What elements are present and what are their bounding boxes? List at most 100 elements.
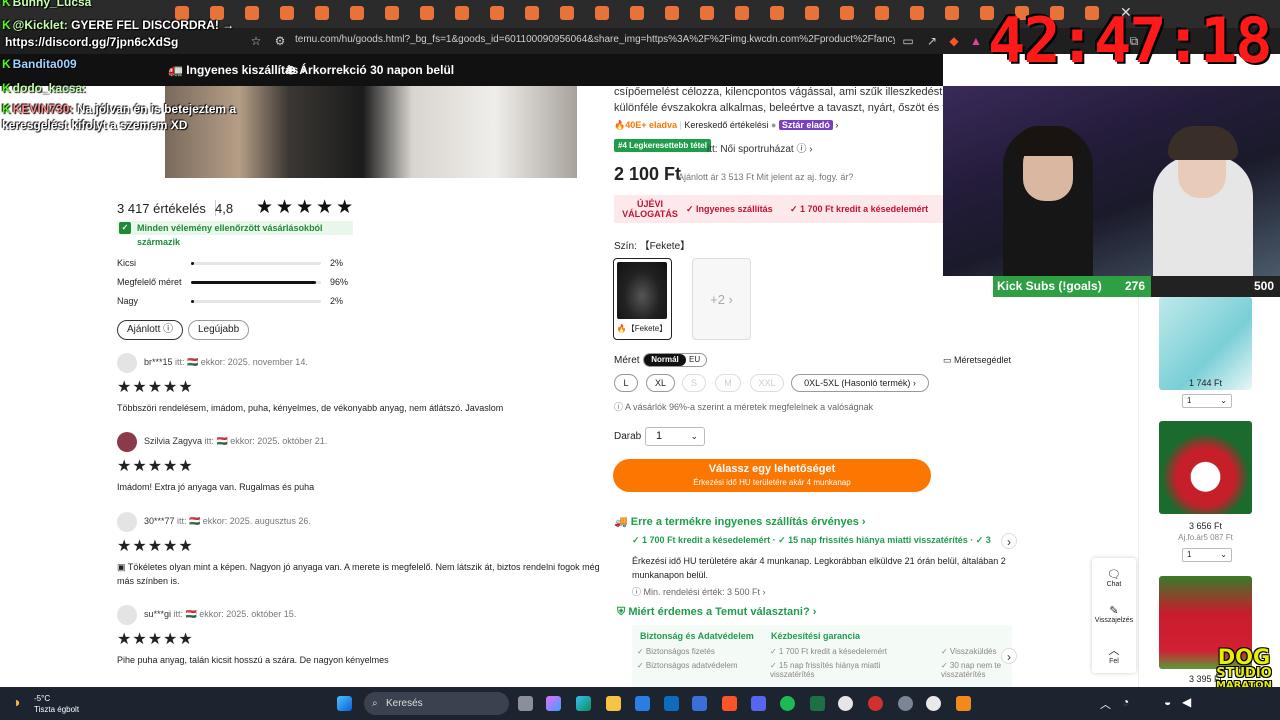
app-icon[interactable] [868,696,883,711]
quantity-select[interactable]: 1 ⌄ [645,427,705,446]
site-info-icon[interactable]: ⚙ [272,33,288,49]
browser-tab[interactable] [630,6,644,20]
browser-tab[interactable] [700,6,714,20]
browser-tab[interactable] [525,6,539,20]
more-colors-swatch[interactable]: +2 › [692,258,751,340]
file-explorer-icon[interactable] [606,696,621,711]
word-icon[interactable] [692,696,707,711]
size-option[interactable]: XL [646,374,675,392]
reviewer-name[interactable]: su***gi [144,609,171,619]
star-seller-badge[interactable]: Sztár eladó [778,120,833,130]
why-temu-heading[interactable]: ⛨ Miért érdemes a Temut választani? › [617,606,816,619]
browser-tab[interactable] [350,6,364,20]
size-guide-link[interactable]: ▭ Méretsegédlet [943,355,1011,366]
tray-chevron-up-icon[interactable]: ︿ [1100,696,1111,712]
settings-icon[interactable] [898,696,913,711]
reference-price[interactable]: Ajánlott ár 3 513 Ft Mit jelent az aj. f… [678,172,853,182]
browser-tab[interactable] [490,6,504,20]
recommended-product-image[interactable] [1159,421,1252,514]
chevron-right-icon[interactable]: › [1001,533,1017,549]
network-icon[interactable]: ◔ [1122,695,1129,709]
size-option[interactable]: L [614,374,638,392]
chevron-right-icon[interactable]: › [1001,648,1017,664]
brave-rewards-icon[interactable]: ▲ [968,33,984,49]
size-system-normal[interactable]: Normál [644,354,686,366]
browser-tab[interactable] [770,6,784,20]
start-icon[interactable] [337,696,352,711]
wifi-icon[interactable]: ◒ [1164,695,1171,709]
size-option[interactable]: XXL [750,374,784,392]
media-player-icon[interactable] [926,696,941,711]
spotify-icon[interactable] [780,696,795,711]
browser-tab[interactable] [280,6,294,20]
browser-tab[interactable] [665,6,679,20]
weather-temp: -5°C [34,694,51,703]
size-option[interactable]: M [715,374,741,392]
browser-tab[interactable] [805,6,819,20]
weather-widget[interactable]: -5°C Tiszta égbolt [34,693,79,715]
browser-tab[interactable] [455,6,469,20]
reviewer-name[interactable]: 30***77 [144,516,175,526]
screenshot-icon[interactable]: ▭ [900,33,916,49]
free-shipping-heading[interactable]: 🚚 Erre a termékre ingyenes szállítás érv… [614,515,866,528]
guarantee-panel: Biztonság és Adatvédelem ✓ Biztonságos f… [632,625,1012,687]
browser-tab[interactable] [875,6,889,20]
chat-icon: 🗨 [1107,569,1121,581]
back-to-top-button[interactable]: ︿ Fel [1092,642,1136,665]
size-option[interactable]: S [682,374,706,392]
kick-icon: K [2,102,11,116]
obs-icon[interactable] [838,696,853,711]
quantity-label: Darab [614,431,642,442]
browser-tab[interactable] [420,6,434,20]
brave-icon[interactable] [722,696,737,711]
size-system-eu[interactable]: EU [689,354,700,366]
excel-icon[interactable] [810,696,825,711]
recommended-qty-select[interactable]: 1 ⌄ [1182,394,1232,408]
reviewer-name[interactable]: Szilvia Zagyva [144,436,202,446]
hair [1168,126,1238,160]
edge-icon[interactable] [576,696,591,711]
chat-message: Kdodo_kacsa: [2,81,87,95]
browser-tab[interactable] [560,6,574,20]
price-correction-promo[interactable]: ⊕ Árkorrekció 30 napon belül [286,63,454,77]
browser-tab[interactable] [735,6,749,20]
seller-rating[interactable]: Kereskedő értékelési [684,120,768,130]
size-system-toggle[interactable]: Normál EU [643,353,707,367]
chat-button[interactable]: 🗨 Chat [1092,568,1136,588]
browser-tab[interactable] [315,6,329,20]
recommended-old-price: Aj.fo.ár5 087 Ft [1178,533,1233,542]
brave-shield-icon[interactable]: ◆ [946,33,962,49]
recommended-qty-select[interactable]: 1 ⌄ [1182,548,1232,562]
min-order-value[interactable]: ⓘ Min. rendelési érték: 3 500 Ft › [632,585,766,598]
copilot-icon[interactable] [546,696,561,711]
store-icon[interactable] [635,696,650,711]
recommended-product-image[interactable] [1159,297,1252,390]
discord-icon[interactable] [751,696,766,711]
chat-message: K @Kicklet: GYERE FEL DISCORDRA! → [2,18,235,32]
volume-icon[interactable]: ◀ [1182,695,1191,709]
feedback-button[interactable]: ✎ Visszajelzés [1092,604,1136,624]
browser-tab[interactable] [840,6,854,20]
bestseller-category[interactable]: itt: Női sportruházat ⓘ › [707,140,813,155]
vlc-icon[interactable] [956,696,971,711]
outlook-icon[interactable] [664,696,679,711]
avatar [117,605,137,625]
task-view-icon[interactable] [518,696,533,711]
bestseller-badge[interactable]: #4 Legkeresettebb tétel [614,139,711,152]
browser-tab[interactable] [945,6,959,20]
url-input[interactable]: temu.com/hu/goods.html?_bg_fs=1&goods_id… [295,34,895,45]
fit-bar-fill [191,300,194,303]
share-icon[interactable]: ↗ [924,33,940,49]
color-swatch-selected[interactable]: 🔥【Fekete】 [613,258,672,340]
kick-icon: K [2,18,11,32]
taskbar-search[interactable]: ⌕ Keresés [364,692,509,715]
similar-sizes-button[interactable]: 0XL-5XL (Hasonló termék) › [791,374,929,392]
browser-tab[interactable] [595,6,609,20]
browser-tab[interactable] [385,6,399,20]
browser-tab[interactable] [910,6,924,20]
reviewer-name[interactable]: br***15 [144,357,173,367]
chevron-down-icon: ⌄ [1220,396,1227,405]
sort-recommended-button[interactable]: Ajánlott ⓘ [117,320,184,340]
sort-latest-button[interactable]: Legújabb [188,320,250,340]
choose-option-button[interactable]: Válassz egy lehetőséget Érkezési idő HU … [613,459,931,492]
